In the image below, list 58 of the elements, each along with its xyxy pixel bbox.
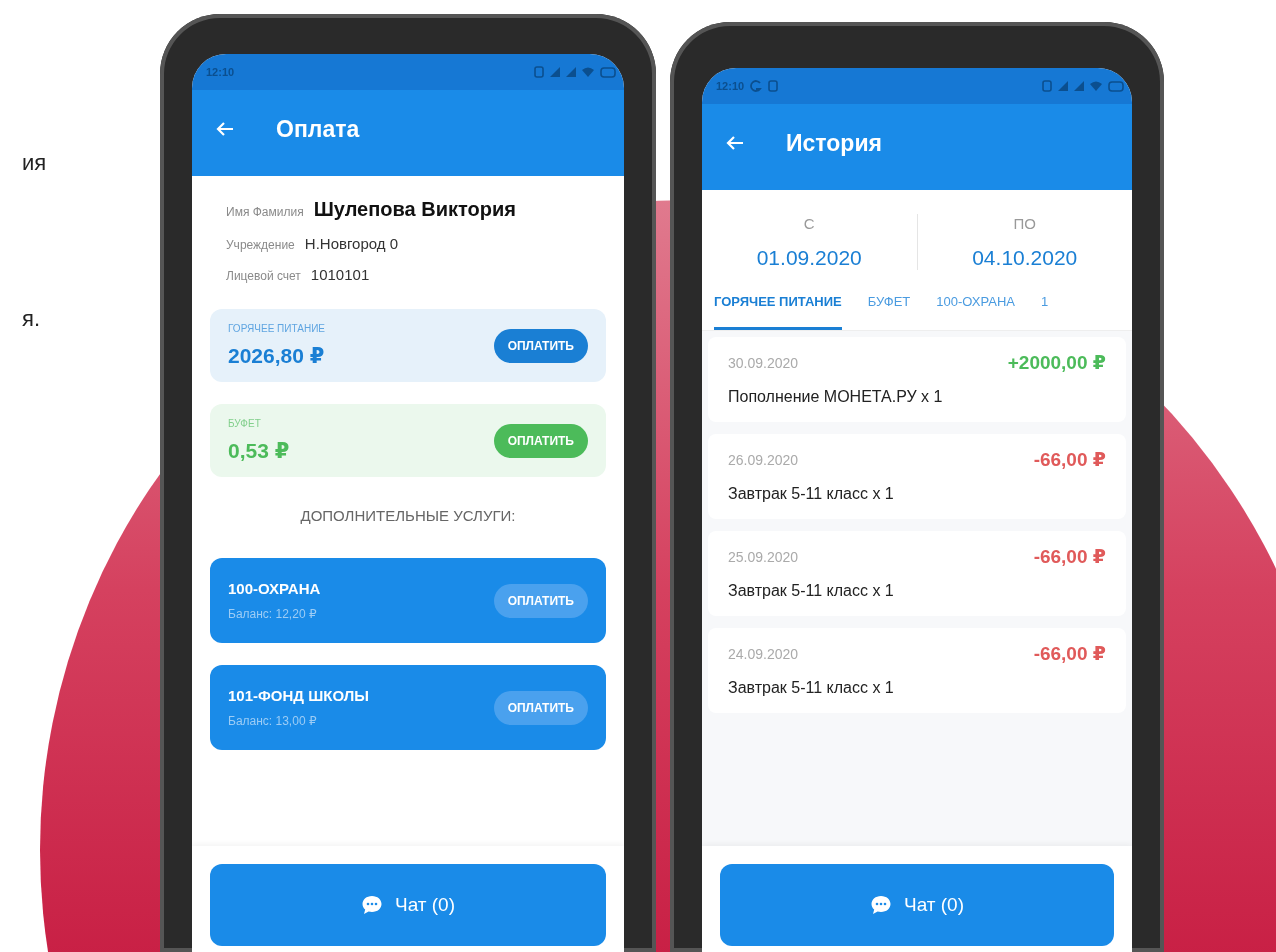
g-letter-icon (750, 80, 763, 92)
vibrate-icon (534, 66, 544, 78)
account-label: БУФЕТ (228, 418, 262, 429)
transaction-description: Пополнение МОНЕТА.РУ x 1 (728, 388, 944, 406)
service-title: 101-ФОНД ШКОЛЫ (228, 687, 369, 704)
transaction-date: 30.09.2020 (728, 354, 799, 371)
section-heading: ДОПОЛНИТЕЛЬНЫЕ УСЛУГИ: (299, 507, 517, 524)
back-arrow-icon[interactable] (726, 135, 744, 151)
service-balance: Баланс: 12,20 ₽ (228, 607, 318, 621)
transaction-date: 25.09.2020 (728, 548, 799, 565)
transaction-description: Завтрак 5-11 класс x 1 (728, 582, 895, 600)
category-tab[interactable]: 100-ОХРАНА (936, 288, 1015, 330)
field-label: Имя Фамилия (226, 205, 304, 219)
chat-button[interactable]: Чат (0) (210, 864, 606, 946)
date-picker[interactable]: 04.10.2020 (972, 245, 1078, 270)
transaction-date: 24.09.2020 (728, 645, 799, 662)
category-tab[interactable]: 1 (1041, 288, 1049, 330)
date-picker[interactable]: 01.09.2020 (756, 245, 862, 270)
field-value: Н.Новгород 0 (304, 235, 399, 252)
transaction-amount: -66,00 ₽ (1033, 545, 1106, 568)
service-title: 100-ОХРАНА (228, 580, 321, 597)
status-time: 12:10 (206, 66, 235, 78)
pay-button[interactable]: ОПЛАТИТЬ (493, 423, 588, 458)
screen-title: Оплата (276, 115, 360, 143)
account-balance: 0,53 ₽ (228, 439, 290, 463)
battery-icon (600, 66, 616, 78)
student-name: Шулепова Виктория (313, 198, 516, 221)
category-tab[interactable]: БУФЕТ (867, 288, 911, 330)
transaction-description: Завтрак 5-11 класс x 1 (728, 485, 895, 503)
period-label: ПО (1013, 214, 1036, 232)
chat-bubble-icon (870, 895, 892, 915)
field-label: Учреждение (226, 238, 295, 252)
pay-button[interactable]: ОПЛАТИТЬ (493, 328, 588, 363)
transaction-amount: -66,00 ₽ (1033, 448, 1106, 471)
transaction-amount: -66,00 ₽ (1033, 642, 1106, 665)
back-arrow-icon[interactable] (216, 121, 234, 137)
account-label: ГОРЯЧЕЕ ПИТАНИЕ (228, 323, 325, 334)
chat-button[interactable]: Чат (0) (720, 864, 1114, 946)
screen-title: История (786, 129, 882, 157)
transaction-amount: +2000,00 ₽ (1007, 351, 1106, 374)
transaction-date: 26.09.2020 (728, 451, 799, 468)
caption-text: ия (21, 150, 48, 176)
wifi-icon (582, 67, 594, 77)
service-balance: Баланс: 13,00 ₽ (228, 714, 318, 728)
status-time: 12:10 (716, 80, 745, 92)
pay-button[interactable]: ОПЛАТИТЬ (493, 583, 588, 618)
phone-outline-icon (768, 80, 779, 92)
caption-text: я. (21, 306, 42, 332)
battery-icon (1108, 80, 1124, 92)
vibrate-icon (1042, 80, 1052, 92)
transaction-description: Завтрак 5-11 класс x 1 (728, 679, 895, 697)
field-label: Лицевой счет (226, 269, 301, 283)
period-label: С (803, 214, 815, 232)
chat-bubble-icon (361, 895, 383, 915)
wifi-icon (1090, 81, 1102, 91)
account-balance: 2026,80 ₽ (228, 344, 325, 368)
pay-button[interactable]: ОПЛАТИТЬ (493, 690, 588, 725)
field-value: 1010101 (310, 266, 370, 283)
